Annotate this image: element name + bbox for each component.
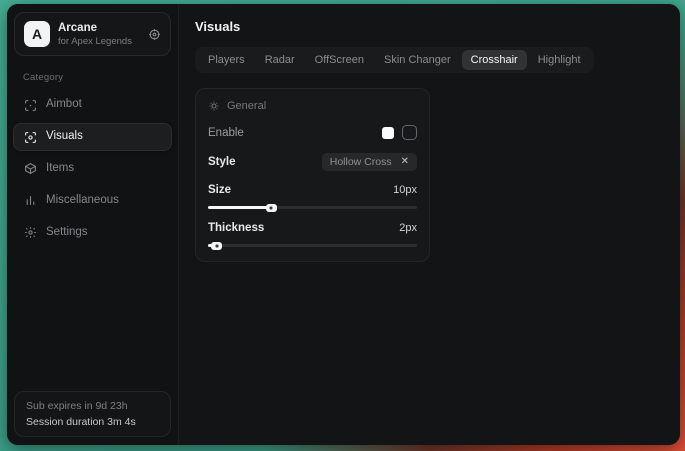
thickness-slider-fill [208,244,216,247]
subscription-status-card: Sub expires in 9d 23h Session duration 3… [14,391,171,437]
crosshair-icon [24,99,37,112]
sidebar-item-items[interactable]: Items [13,155,172,183]
tab-skin-changer[interactable]: Skin Changer [375,50,460,70]
enable-checkbox[interactable] [402,125,417,140]
size-slider-fill [208,206,271,209]
tab-players[interactable]: Players [199,50,254,70]
app-window: A Arcane for Apex Legends Category [7,4,680,445]
sidebar-item-miscellaneous[interactable]: Miscellaneous [13,187,172,215]
visuals-tabbar: Players Radar OffScreen Skin Changer Cro… [195,47,594,73]
thickness-label: Thickness [208,222,264,234]
sidebar-item-settings[interactable]: Settings [13,219,172,247]
crosshair-color-swatch[interactable] [382,127,394,139]
sub-expires-text: Sub expires in 9d 23h [26,400,159,412]
general-panel: General Enable Style Hollow Cross ✕ Size… [195,88,430,262]
sidebar-item-label: Items [46,162,74,176]
style-label: Style [208,156,236,168]
enable-row: Enable [208,125,417,140]
bars-icon [24,194,37,207]
sidebar-nav: Aimbot Visuals Items [7,91,178,246]
tab-highlight[interactable]: Highlight [529,50,590,70]
page-title: Visuals [195,19,664,34]
general-icon [208,100,220,112]
size-row: Size 10px [208,184,417,196]
thickness-row: Thickness 2px [208,222,417,234]
style-value: Hollow Cross [330,156,392,168]
tab-radar[interactable]: Radar [256,50,304,70]
remove-style-icon[interactable]: ✕ [401,157,409,167]
app-name: Arcane [58,21,140,35]
thickness-slider-thumb[interactable] [211,242,222,250]
category-label: Category [23,72,178,83]
size-value: 10px [393,184,417,196]
sidebar-item-label: Visuals [46,130,83,144]
sidebar-item-label: Aimbot [46,98,82,112]
thickness-slider[interactable] [208,244,417,247]
sidebar-item-aimbot[interactable]: Aimbot [13,91,172,119]
sidebar-item-visuals[interactable]: Visuals [13,123,172,151]
sidebar-item-label: Settings [46,226,88,240]
panel-header: General [208,100,417,112]
size-slider-thumb[interactable] [266,204,277,212]
app-logo: A [24,21,50,47]
gear-icon [24,226,37,239]
scan-eye-icon [24,131,37,144]
app-card: A Arcane for Apex Legends [14,12,171,56]
style-select[interactable]: Hollow Cross ✕ [322,153,417,171]
enable-label: Enable [208,127,244,139]
size-slider[interactable] [208,206,417,209]
app-card-text: Arcane for Apex Legends [58,21,140,47]
size-label: Size [208,184,231,196]
style-row: Style Hollow Cross ✕ [208,153,417,171]
scope-icon[interactable] [148,28,161,41]
sidebar: A Arcane for Apex Legends Category [7,4,179,445]
session-duration-text: Session duration 3m 4s [26,416,159,428]
box-icon [24,162,37,175]
sidebar-item-label: Miscellaneous [46,194,119,208]
app-subtitle: for Apex Legends [58,36,140,47]
tab-crosshair[interactable]: Crosshair [462,50,527,70]
panel-title: General [227,100,266,112]
main-content: Visuals Players Radar OffScreen Skin Cha… [179,4,680,445]
tab-offscreen[interactable]: OffScreen [306,50,373,70]
thickness-value: 2px [399,222,417,234]
